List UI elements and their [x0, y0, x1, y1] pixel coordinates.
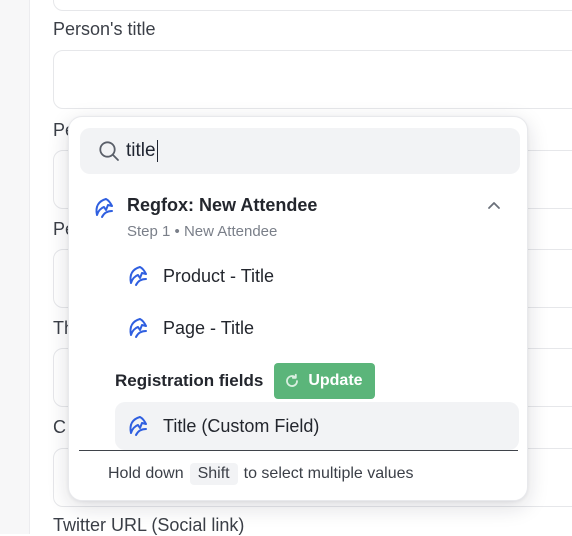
- search-value: title: [126, 140, 156, 161]
- search-icon: [99, 141, 119, 161]
- option-label: Product - Title: [163, 265, 275, 286]
- option-title-custom-field[interactable]: Title (Custom Field): [115, 402, 519, 450]
- hint-suffix: to select multiple values: [243, 465, 414, 482]
- regfox-logo-icon: [129, 416, 147, 436]
- section-label: Registration fields: [115, 371, 264, 390]
- twitter-url-label: Twitter URL (Social link): [53, 515, 245, 535]
- registration-fields-section: Registration fields Update: [115, 363, 375, 399]
- shift-key-badge: Shift: [189, 463, 238, 485]
- group-subtitle: Step 1 • New Attendee: [127, 223, 278, 240]
- divider: [79, 450, 518, 451]
- option-page-title[interactable]: Page - Title: [115, 306, 519, 350]
- option-label: Title (Custom Field): [163, 415, 320, 436]
- update-button[interactable]: Update: [274, 363, 375, 399]
- persons-title-input[interactable]: [53, 50, 572, 109]
- option-label: Page - Title: [163, 317, 255, 338]
- group-title: Regfox: New Attendee: [127, 195, 318, 215]
- field-picker-dropdown: title Regfox: New Attendee Step 1 • New …: [68, 116, 528, 501]
- option-product-title[interactable]: Product - Title: [115, 254, 519, 298]
- persons-title-label: Person's title: [53, 19, 156, 39]
- regfox-logo-icon: [129, 266, 147, 286]
- update-label: Update: [308, 372, 363, 389]
- multi-select-hint: Hold down Shift to select multiple value…: [108, 463, 413, 485]
- refresh-icon: [286, 373, 299, 387]
- text-caret: [156, 140, 158, 162]
- left-rail: [0, 0, 30, 534]
- top-field[interactable]: [53, 0, 572, 11]
- hint-prefix: Hold down: [108, 465, 184, 482]
- regfox-logo-icon: [95, 198, 113, 218]
- group-regfox-new-attendee[interactable]: Regfox: New Attendee Step 1 • New Attend…: [93, 195, 503, 245]
- regfox-logo-icon: [129, 318, 147, 338]
- chevron-up-icon[interactable]: [485, 197, 503, 215]
- search-input[interactable]: title: [80, 128, 520, 174]
